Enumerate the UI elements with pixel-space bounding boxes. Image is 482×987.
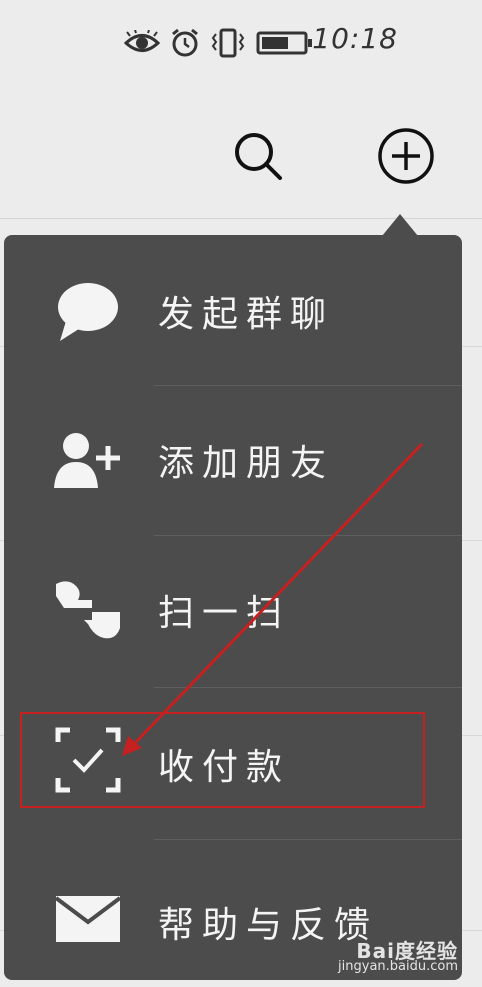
status-time: 10:18 xyxy=(312,22,398,55)
status-icons xyxy=(124,26,314,60)
vibrate-icon xyxy=(210,28,246,58)
search-icon[interactable] xyxy=(230,128,286,184)
chat-bubble-icon xyxy=(52,277,124,349)
menu-item-label: 发起群聊 xyxy=(158,294,335,335)
menu-item-label: 添加朋友 xyxy=(158,443,335,484)
status-bar: 10:18 xyxy=(0,0,482,88)
menu-pointer xyxy=(382,214,418,236)
battery-icon xyxy=(256,30,314,56)
menu-item-add-friend[interactable]: 添加朋友 xyxy=(4,386,462,537)
menu-item-scan[interactable]: 扫一扫 xyxy=(4,536,462,687)
eye-icon xyxy=(124,30,160,56)
plus-circle-icon[interactable] xyxy=(376,128,434,184)
watermark-brand: Bai度经验 xyxy=(356,939,458,963)
menu-item-label: 帮助与反馈 xyxy=(158,905,379,946)
annotation-highlight-box xyxy=(20,712,425,808)
envelope-icon xyxy=(52,886,124,958)
menu-item-label: 扫一扫 xyxy=(158,593,291,634)
menu-item-group-chat[interactable]: 发起群聊 xyxy=(4,235,462,386)
alarm-icon xyxy=(170,28,200,58)
add-friend-icon xyxy=(52,426,124,498)
watermark-url: jingyan.baidu.com xyxy=(338,959,458,974)
scan-icon xyxy=(52,578,124,650)
app-header xyxy=(0,88,482,219)
watermark: Bai度经验 jingyan.baidu.com xyxy=(338,939,458,975)
popup-menu: 发起群聊 添加朋友 扫一扫 收付款 帮助与反馈 xyxy=(4,235,462,980)
